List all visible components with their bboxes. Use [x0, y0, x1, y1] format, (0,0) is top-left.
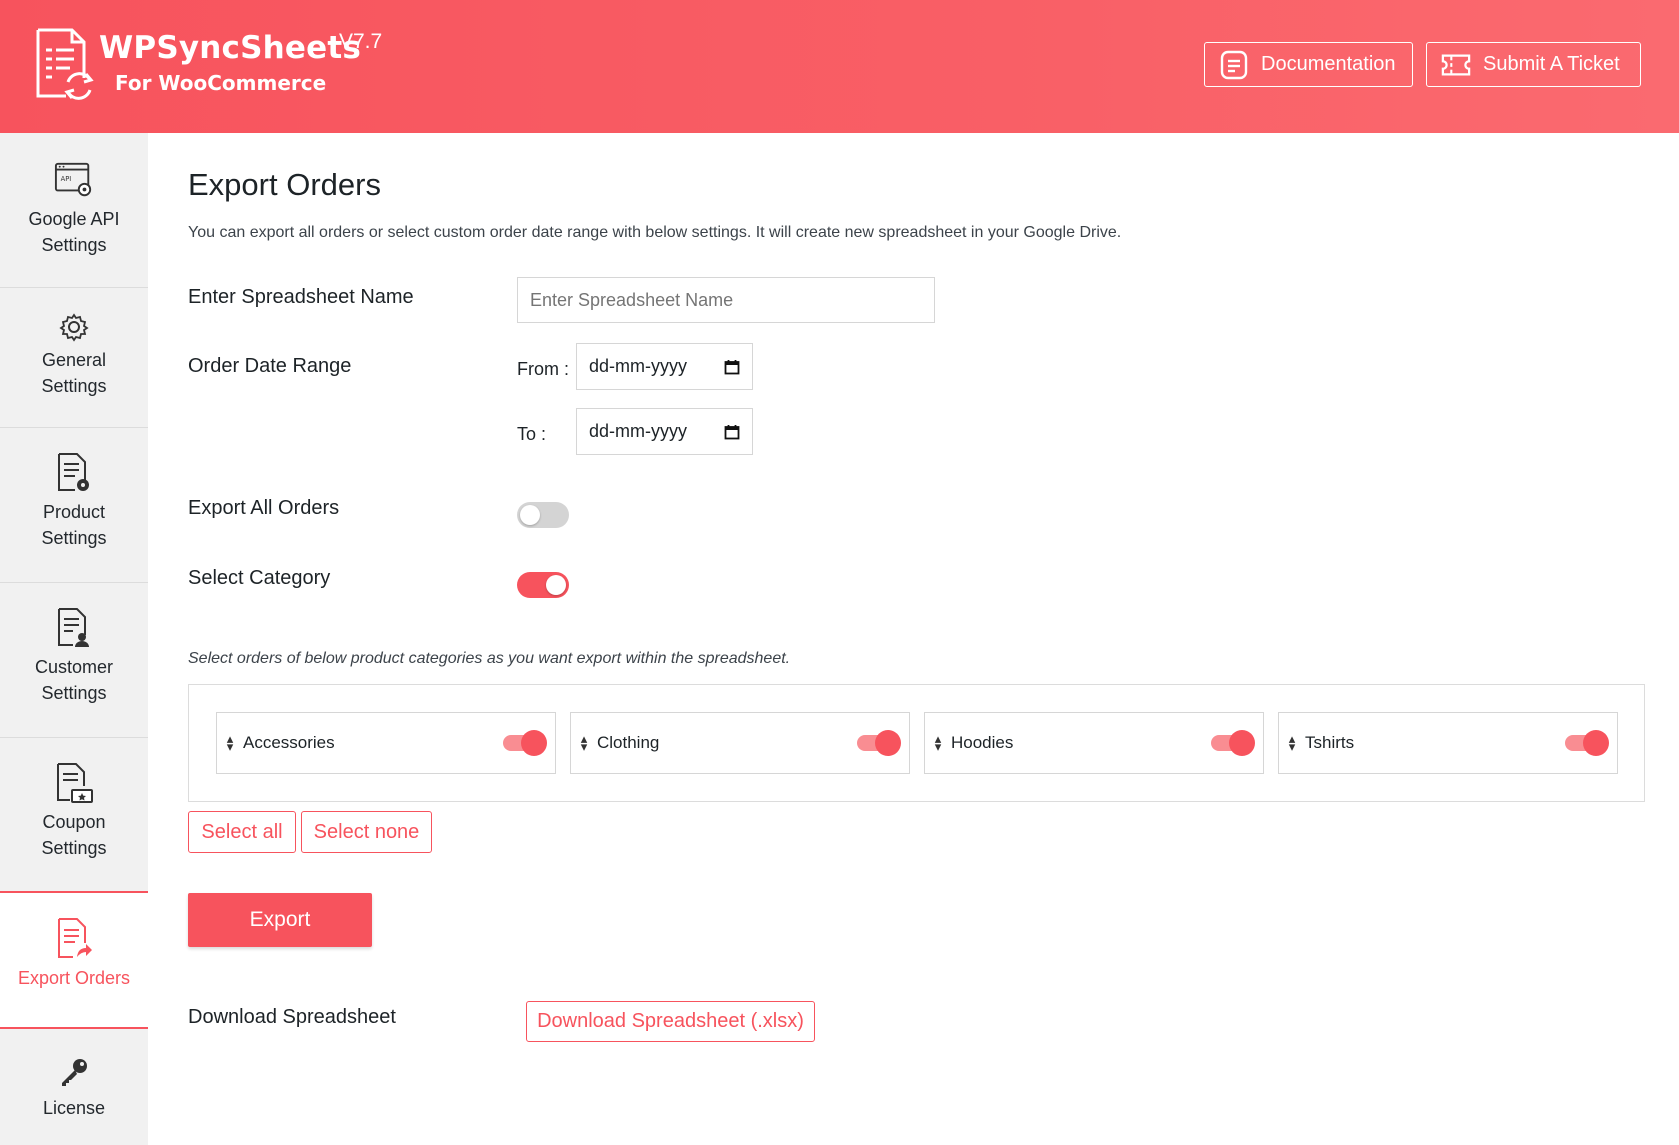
submit-ticket-label: Submit A Ticket: [1483, 53, 1620, 75]
category-toggle[interactable]: [1211, 730, 1255, 756]
toggle-knob: [1583, 730, 1609, 756]
api-settings-icon: API: [54, 158, 94, 202]
category-item-hoodies[interactable]: ▴ ▾ Hoodies: [924, 712, 1264, 774]
sidebar-item-label: Settings: [41, 528, 107, 548]
submit-ticket-button[interactable]: Submit A Ticket: [1426, 42, 1641, 87]
sidebar-item-product-settings[interactable]: Product Settings: [0, 451, 148, 551]
sort-arrows-icon[interactable]: ▴ ▾: [577, 732, 591, 753]
toggle-knob: [546, 575, 566, 595]
svg-text:API: API: [61, 175, 72, 183]
sidebar-item-label: Settings: [41, 376, 107, 396]
spreadsheet-name-label: Enter Spreadsheet Name: [188, 286, 414, 308]
select-none-button[interactable]: Select none: [301, 811, 432, 853]
logo-icon: [36, 28, 94, 100]
to-date-input[interactable]: dd-mm-yyyy: [576, 408, 753, 455]
category-toggle[interactable]: [1565, 730, 1609, 756]
sidebar-item-label: General: [41, 350, 107, 370]
sidebar-item-google-api-settings[interactable]: API Google API Settings: [0, 158, 148, 258]
sidebar-item-license[interactable]: License: [0, 1053, 148, 1121]
coupon-settings-icon: [54, 761, 94, 805]
brand-title: WPSyncSheets: [99, 30, 362, 66]
top-header: WPSyncSheets For WooCommerce V7.7 Docume…: [0, 0, 1679, 133]
download-spreadsheet-label: Download Spreadsheet: [188, 1006, 396, 1028]
sidebar-item-label: Settings: [41, 683, 107, 703]
sidebar-divider: [0, 737, 148, 738]
sidebar-item-label: Settings: [41, 235, 107, 255]
calendar-icon[interactable]: [724, 424, 740, 440]
category-item-tshirts[interactable]: ▴ ▾ Tshirts: [1278, 712, 1618, 774]
documentation-button[interactable]: Documentation: [1204, 42, 1413, 87]
from-date-input[interactable]: dd-mm-yyyy: [576, 343, 753, 390]
to-date-label: To :: [517, 424, 547, 444]
from-date-label: From :: [517, 359, 569, 379]
sidebar-divider: [0, 427, 148, 428]
sidebar-item-export-orders[interactable]: Export Orders: [0, 893, 148, 1027]
category-name: Clothing: [597, 733, 660, 752]
select-category-toggle[interactable]: [517, 572, 569, 598]
from-date-value: dd-mm-yyyy: [589, 356, 687, 376]
category-list: ▴ ▾ Accessories ▴ ▾ Clothing ▴ ▾ Hoodies ▴ ▾…: [188, 684, 1645, 802]
select-all-button[interactable]: Select all: [188, 811, 296, 853]
brand-subtitle: For WooCommerce: [115, 71, 327, 95]
active-indicator-bottom: [0, 1027, 148, 1029]
calendar-icon[interactable]: [724, 359, 740, 375]
sidebar-item-label: Google API: [28, 209, 120, 229]
page-title: Export Orders: [188, 167, 381, 202]
sidebar-item-general-settings[interactable]: General Settings: [0, 311, 148, 399]
category-name: Accessories: [243, 733, 335, 752]
sort-arrows-icon[interactable]: ▴ ▾: [223, 732, 237, 753]
sidebar-item-label: Export Orders: [17, 968, 131, 988]
toggle-knob: [875, 730, 901, 756]
page-description: You can export all orders or select cust…: [188, 224, 1122, 241]
select-category-label: Select Category: [188, 567, 331, 589]
category-toggle[interactable]: [857, 730, 901, 756]
sidebar-item-label: Settings: [41, 838, 107, 858]
ticket-icon: [1441, 50, 1471, 80]
category-note: Select orders of below product categorie…: [188, 650, 791, 667]
sidebar-item-coupon-settings[interactable]: Coupon Settings: [0, 761, 148, 861]
version-label: V7.7: [339, 30, 383, 53]
customer-settings-icon: [54, 606, 94, 650]
gear-icon: [54, 311, 94, 343]
sidebar-item-label: Product: [42, 502, 106, 522]
to-date-value: dd-mm-yyyy: [589, 421, 687, 441]
sort-arrows-icon[interactable]: ▴ ▾: [931, 732, 945, 753]
document-icon: [1219, 50, 1249, 80]
key-icon: [54, 1053, 94, 1091]
spreadsheet-name-input[interactable]: [517, 277, 935, 323]
category-name: Hoodies: [951, 733, 1014, 752]
main-content: Export Orders You can export all orders …: [148, 133, 1679, 1145]
export-all-orders-toggle[interactable]: [517, 502, 569, 528]
toggle-knob: [1229, 730, 1255, 756]
toggle-knob: [520, 505, 540, 525]
sidebar-item-customer-settings[interactable]: Customer Settings: [0, 606, 148, 706]
download-spreadsheet-button[interactable]: Download Spreadsheet (.xlsx): [526, 1001, 815, 1042]
sidebar-item-label: License: [42, 1098, 106, 1118]
order-date-range-label: Order Date Range: [188, 355, 352, 377]
sidebar-divider: [0, 287, 148, 288]
export-orders-icon: [54, 917, 94, 961]
sidebar-item-label: Customer: [34, 657, 114, 677]
category-name: Tshirts: [1305, 733, 1355, 752]
category-toggle[interactable]: [503, 730, 547, 756]
category-item-accessories[interactable]: ▴ ▾ Accessories: [216, 712, 556, 774]
export-button[interactable]: Export: [188, 893, 372, 947]
documentation-label: Documentation: [1261, 53, 1396, 75]
category-item-clothing[interactable]: ▴ ▾ Clothing: [570, 712, 910, 774]
sort-arrows-icon[interactable]: ▴ ▾: [1285, 732, 1299, 753]
sidebar-item-label: Coupon: [42, 812, 106, 832]
product-settings-icon: [54, 451, 94, 495]
export-all-orders-label: Export All Orders: [188, 497, 340, 519]
sidebar: API Google API Settings General Settings…: [0, 133, 148, 1145]
toggle-knob: [521, 730, 547, 756]
sidebar-divider: [0, 582, 148, 583]
